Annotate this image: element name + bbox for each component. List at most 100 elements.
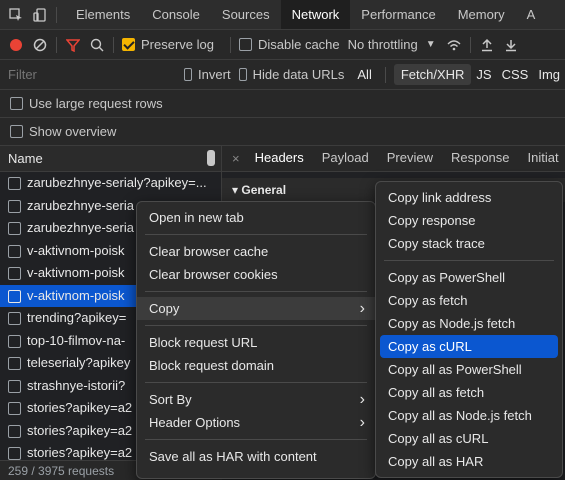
hide-data-urls-checkbox[interactable] [238,68,247,81]
row-checkbox[interactable] [8,222,21,236]
filter-type-img[interactable]: Img [533,67,565,82]
show-overview-option: Show overview [0,118,565,146]
request-name: trending?apikey= [27,310,127,325]
row-checkbox[interactable] [8,199,21,213]
request-name: v-aktivnom-poisk [27,265,125,280]
request-name: zarubezhnye-serialy?apikey=... [27,175,207,190]
devtools-tabbar: Elements Console Sources Network Performance… [0,0,565,30]
network-conditions-icon[interactable] [446,37,462,53]
tab-elements[interactable]: Elements [65,0,141,29]
row-checkbox[interactable] [8,424,21,438]
menu-item-copy-all-as-node-js-fetch[interactable]: Copy all as Node.js fetch [376,404,562,427]
menu-item-copy-as-curl[interactable]: Copy as cURL [380,335,558,358]
clear-icon[interactable] [32,37,48,53]
filter-type-fetch-xhr[interactable]: Fetch/XHR [393,64,472,85]
divider [56,6,57,23]
show-overview-checkbox[interactable] [10,125,23,138]
menu-item-copy-all-as-powershell[interactable]: Copy all as PowerShell [376,358,562,381]
tab-preview[interactable]: Preview [378,146,442,171]
menu-item-copy-as-node-js-fetch[interactable]: Copy as Node.js fetch [376,312,562,335]
name-column-header[interactable]: Name [0,146,221,172]
request-name: top-10-filmov-na- [27,332,126,348]
tab-console[interactable]: Console [141,0,211,29]
menu-item-copy-stack-trace[interactable]: Copy stack trace [376,232,562,255]
row-checkbox[interactable] [8,402,21,416]
row-checkbox[interactable] [8,244,21,258]
menu-item-copy-all-as-curl[interactable]: Copy all as cURL [376,427,562,450]
invert-checkbox[interactable] [184,68,193,81]
filter-type-all[interactable]: All [352,67,376,82]
tab-a[interactable]: A [516,0,547,29]
row-checkbox[interactable] [8,379,21,393]
column-resize-icon[interactable] [207,150,215,166]
row-checkbox[interactable] [8,447,21,461]
row-checkbox[interactable] [8,334,21,348]
menu-item-copy-link-address[interactable]: Copy link address [376,186,562,209]
large-rows-option: Use large request rows [0,90,565,118]
tab-headers[interactable]: Headers [245,146,313,171]
menu-separator [145,291,367,292]
menu-item-block-request-domain[interactable]: Block request domain [137,354,375,377]
menu-separator [145,439,367,440]
menu-separator [145,234,367,235]
menu-item-copy-as-fetch[interactable]: Copy as fetch [376,289,562,312]
menu-item-label: Copy all as cURL [388,431,489,446]
menu-item-sort-by[interactable]: Sort By › [137,388,375,411]
export-har-icon[interactable] [503,37,519,53]
menu-item-save-all-as-har-with-content[interactable]: Save all as HAR with content [137,445,375,468]
request-name: stories?apikey=a2 [27,400,133,415]
menu-item-label: Sort By [149,392,192,407]
preserve-log-label: Preserve log [141,37,214,52]
menu-item-label: Copy stack trace [388,236,485,251]
search-icon[interactable] [89,37,105,53]
import-har-icon[interactable] [479,37,495,53]
name-header-label: Name [8,151,43,166]
throttling-dropdown-icon[interactable]: ▼ [426,39,436,50]
menu-item-label: Header Options [149,415,241,430]
row-checkbox[interactable] [8,177,21,191]
menu-item-open-in-new-tab[interactable]: Open in new tab [137,206,375,229]
chevron-right-icon: › [359,414,365,431]
menu-item-copy-all-as-har[interactable]: Copy all as HAR [376,450,562,473]
tab-payload[interactable]: Payload [313,146,378,171]
record-icon[interactable] [8,37,24,53]
row-checkbox[interactable] [8,267,21,281]
menu-item-clear-browser-cookies[interactable]: Clear browser cookies [137,263,375,286]
preserve-log-checkbox[interactable] [122,38,135,51]
row-checkbox[interactable] [8,312,21,326]
disable-cache-checkbox[interactable] [238,38,252,51]
table-row[interactable]: zarubezhnye-serialy?apikey=... [0,172,221,195]
filter-type-js[interactable]: JS [471,67,496,82]
menu-item-label: Copy all as Node.js fetch [388,408,532,423]
request-name: zarubezhnye-seria [27,197,134,213]
tab-initiat[interactable]: Initiat [519,146,565,171]
menu-item-label: Open in new tab [149,210,244,225]
menu-item-copy-as-powershell[interactable]: Copy as PowerShell [376,266,562,289]
menu-item-copy[interactable]: Copy › [137,297,375,320]
menu-item-clear-browser-cache[interactable]: Clear browser cache [137,240,375,263]
filter-input[interactable] [0,67,184,82]
tab-network[interactable]: Network [280,0,351,29]
filter-type-css[interactable]: CSS [497,67,534,82]
request-name: strashnye-istorii? [27,377,126,393]
menu-item-copy-all-as-fetch[interactable]: Copy all as fetch [376,381,562,404]
menu-item-label: Block request domain [149,358,275,373]
tab-sources[interactable]: Sources [211,0,281,29]
large-rows-checkbox[interactable] [10,97,23,110]
row-checkbox[interactable] [8,357,21,371]
menu-item-copy-response[interactable]: Copy response [376,209,562,232]
row-checkbox[interactable] [8,289,21,303]
inspect-icon[interactable] [8,7,24,23]
tab-performance[interactable]: Performance [350,0,446,29]
hide-data-urls-label: Hide data URLs [252,67,345,82]
menu-item-block-request-url[interactable]: Block request URL [137,331,375,354]
tab-memory[interactable]: Memory [447,0,516,29]
close-icon[interactable]: × [222,151,246,166]
copy-submenu: Copy link address Copy response Copy stack… [375,181,563,478]
menu-item-header-options[interactable]: Header Options › [137,411,375,434]
tab-response[interactable]: Response [442,146,519,171]
throttling-select[interactable]: No throttling [348,37,418,52]
divider [384,66,386,83]
filter-icon[interactable] [65,37,81,53]
device-toolbar-icon[interactable] [32,7,48,23]
